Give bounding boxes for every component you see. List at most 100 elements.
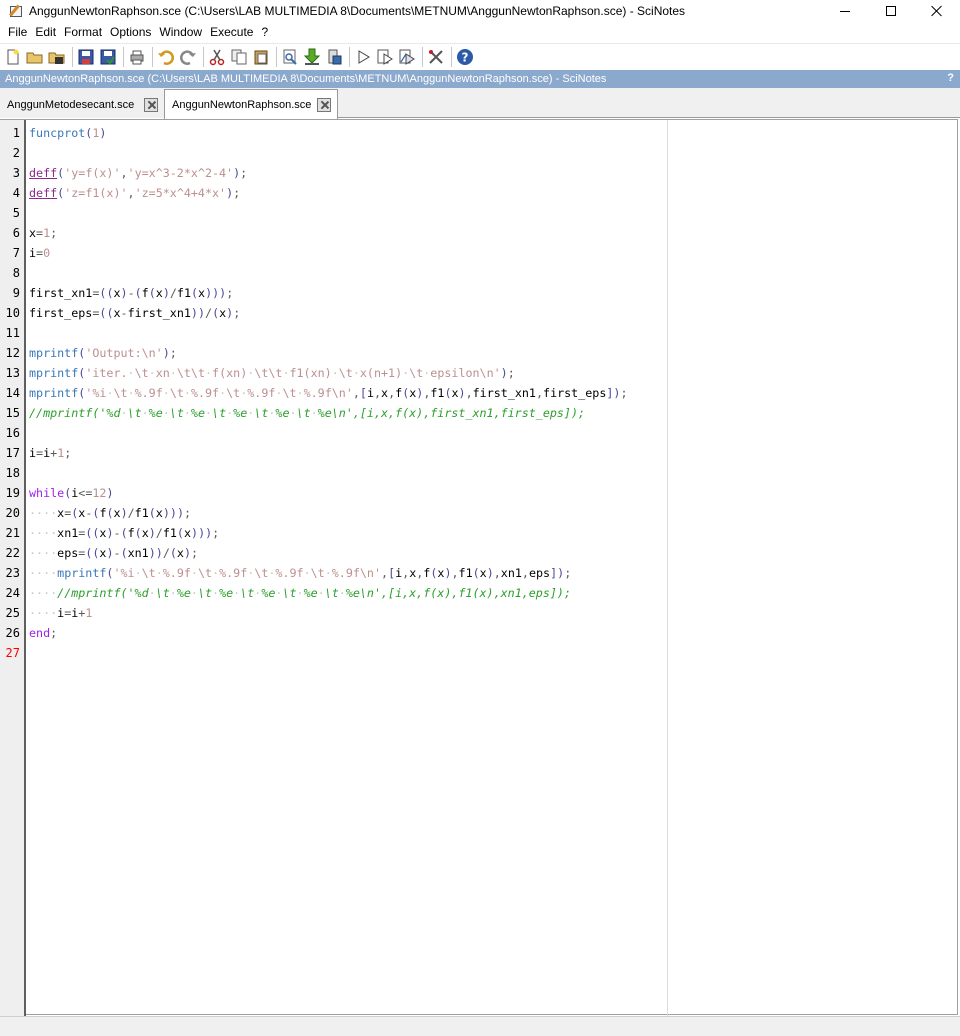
- line-number: 26: [5, 626, 20, 640]
- edge-marker-line: [667, 120, 668, 1016]
- play-icon: [358, 50, 370, 64]
- tab-bar: AnggunMetodesecant.sce AnggunNewtonRaphs…: [0, 88, 960, 119]
- save-button[interactable]: [76, 47, 96, 67]
- code-line[interactable]: funcprot(1): [29, 123, 106, 143]
- scissors-icon: [209, 49, 225, 66]
- code-line[interactable]: first_eps=((x-first_xn1))/(x);: [29, 303, 240, 323]
- toolbar-separator: [152, 47, 153, 67]
- code-line[interactable]: mprintf('iter.·\t·xn·\t\t·f(xn)·\t\t·f1(…: [29, 363, 515, 383]
- paste-button[interactable]: [251, 47, 271, 67]
- play-echo-icon: [399, 49, 415, 65]
- execute-file-icon: [328, 49, 342, 65]
- toolbar-separator: [422, 47, 423, 67]
- line-number: 21: [5, 526, 20, 540]
- line-number: 19: [5, 486, 20, 500]
- save-as-button[interactable]: [98, 47, 118, 67]
- line-number: 1: [12, 126, 20, 140]
- line-number: 12: [5, 346, 20, 360]
- line-number: 17: [5, 446, 20, 460]
- menu-window[interactable]: Window: [155, 22, 206, 42]
- code-line[interactable]: x=1;: [29, 223, 57, 243]
- tab-anggunnewtonraphson[interactable]: AnggunNewtonRaphson.sce: [164, 89, 338, 119]
- code-line[interactable]: mprintf('Output:\n');: [29, 343, 177, 363]
- code-line[interactable]: i=i+1;: [29, 443, 71, 463]
- find-icon: [283, 49, 297, 65]
- document-info-bar: AnggunNewtonRaphson.sce (C:\Users\LAB MU…: [0, 70, 960, 88]
- toolbar-separator: [349, 47, 350, 67]
- undo-button[interactable]: [156, 47, 176, 67]
- execute-selection-button[interactable]: [324, 47, 344, 67]
- copy-icon: [231, 49, 247, 65]
- print-button[interactable]: [127, 47, 147, 67]
- save-and-execute-button[interactable]: [302, 47, 322, 67]
- tools-icon: [429, 50, 443, 64]
- menu-help[interactable]: ?: [257, 22, 272, 42]
- code-line[interactable]: ····eps=((x)-(xn1))/(x);: [29, 543, 198, 563]
- line-number: 20: [5, 506, 20, 520]
- code-line[interactable]: while(i<=12): [29, 483, 113, 503]
- toolbar-separator: [123, 47, 124, 67]
- code-line[interactable]: ····x=(x-(f(x)/f1(x)));: [29, 503, 191, 523]
- undo-icon: [158, 50, 174, 65]
- code-line[interactable]: first_xn1=((x)-(f(x)/f1(x)));: [29, 283, 233, 303]
- code-line[interactable]: deff('y=f(x)','y=x^3-2*x^2-4');: [29, 163, 247, 183]
- find-replace-button[interactable]: [280, 47, 300, 67]
- line-number: 27: [5, 646, 20, 660]
- new-file-button[interactable]: [3, 47, 23, 67]
- line-number: 15: [5, 406, 20, 420]
- line-number: 3: [12, 166, 20, 180]
- code-line[interactable]: ····i=i+1: [29, 603, 92, 623]
- code-line[interactable]: end;: [29, 623, 57, 643]
- save-as-icon: [100, 49, 116, 65]
- paste-icon: [254, 50, 268, 65]
- maximize-icon: [886, 6, 896, 16]
- minimize-button[interactable]: [822, 0, 868, 22]
- menu-bar: File Edit Format Options Window Execute …: [0, 22, 960, 42]
- info-help-button[interactable]: ?: [947, 72, 954, 84]
- open-recent-button[interactable]: [47, 47, 67, 67]
- line-number: 8: [12, 266, 20, 280]
- tools-button[interactable]: [426, 47, 446, 67]
- menu-options[interactable]: Options: [106, 22, 155, 42]
- close-window-button[interactable]: [914, 0, 960, 22]
- line-number: 22: [5, 546, 20, 560]
- open-file-button[interactable]: [25, 47, 45, 67]
- toolbar-separator: [203, 47, 204, 67]
- tab-close-icon[interactable]: [317, 97, 331, 112]
- window-title: AnggunNewtonRaphson.sce (C:\Users\LAB MU…: [29, 4, 686, 18]
- code-line[interactable]: ····//mprintf('%d·\t·%e·\t·%e·\t·%e·\t·%…: [29, 583, 571, 603]
- code-line[interactable]: mprintf('%i·\t·%.9f·\t·%.9f·\t·%.9f·\t·%…: [29, 383, 628, 403]
- menu-edit[interactable]: Edit: [31, 22, 60, 42]
- menu-format[interactable]: Format: [60, 22, 106, 42]
- code-line[interactable]: i=0: [29, 243, 50, 263]
- line-number: 25: [5, 606, 20, 620]
- title-bar: AnggunNewtonRaphson.sce (C:\Users\LAB MU…: [0, 0, 960, 22]
- tab-anggunmetodesecant[interactable]: AnggunMetodesecant.sce: [0, 91, 164, 118]
- toolbar-separator: [276, 47, 277, 67]
- help-icon: ?: [457, 49, 473, 65]
- line-number: 7: [12, 246, 20, 260]
- code-line[interactable]: deff('z=f1(x)','z=5*x^4+4*x');: [29, 183, 240, 203]
- toolbar-separator: [451, 47, 452, 67]
- run-file-button[interactable]: [375, 47, 395, 67]
- redo-button[interactable]: [178, 47, 198, 67]
- tab-close-icon[interactable]: [144, 97, 158, 112]
- code-editor[interactable]: 1 2 3 4 5 6 7 8 9 10 11 12 13 14 15 16 17 18 19 20 21 22 23 24 2…: [0, 119, 958, 1016]
- code-line[interactable]: ····mprintf('%i·\t·%.9f·\t·%.9f·\t·%.9f·…: [29, 563, 571, 583]
- run-button[interactable]: [353, 47, 373, 67]
- close-icon: [931, 5, 943, 17]
- menu-file[interactable]: File: [4, 22, 31, 42]
- svg-text:?: ?: [462, 51, 469, 65]
- menu-execute[interactable]: Execute: [206, 22, 257, 42]
- copy-button[interactable]: [229, 47, 249, 67]
- download-arrow-icon: [303, 48, 321, 65]
- help-button[interactable]: ?: [455, 47, 475, 67]
- run-with-echo-button[interactable]: [397, 47, 417, 67]
- code-line[interactable]: //mprintf('%d·\t·%e·\t·%e·\t·%e·\t·%e·\t…: [29, 403, 585, 423]
- open-recent-icon: [48, 52, 65, 64]
- line-number-gutter: 1 2 3 4 5 6 7 8 9 10 11 12 13 14 15 16 17 18 19 20 21 22 23 24 2…: [0, 120, 26, 1016]
- tab-label: AnggunNewtonRaphson.sce: [172, 98, 312, 111]
- code-line[interactable]: ····xn1=((x)-(f(x)/f1(x)));: [29, 523, 219, 543]
- maximize-button[interactable]: [868, 0, 914, 22]
- cut-button[interactable]: [207, 47, 227, 67]
